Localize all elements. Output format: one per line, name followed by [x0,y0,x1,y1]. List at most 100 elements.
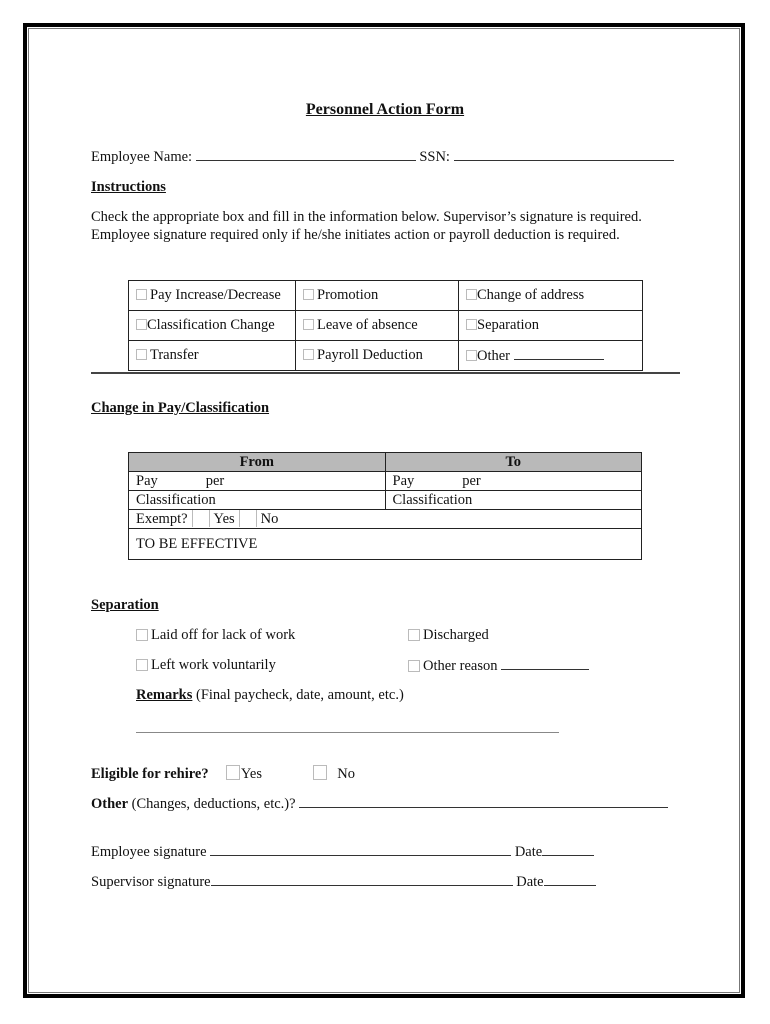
checkbox-icon[interactable] [466,289,477,300]
option-label: Laid off for lack of work [151,627,296,643]
pay-label: Pay [136,472,158,489]
action-label: Classification Change [147,317,275,333]
action-label: Pay Increase/Decrease [150,287,281,303]
table-row: Exempt? Yes No [128,509,642,529]
exempt-no-checkbox[interactable] [238,510,257,527]
checkbox-icon[interactable] [303,349,314,360]
remarks-field[interactable] [136,720,559,733]
action-separation[interactable]: Separation [458,310,643,341]
exempt-label: Exempt? [136,511,188,527]
checkbox-icon[interactable] [466,319,477,330]
to-header: To [384,452,642,472]
checkbox-icon[interactable] [408,629,420,641]
other-hint: (Changes, deductions, etc.)? [131,796,296,812]
separation-other-reason[interactable]: Other reason [408,657,590,675]
action-type-table: Pay Increase/Decrease Promotion Change o… [128,280,643,371]
no-label: No [260,511,279,527]
employee-name-field[interactable] [195,148,416,161]
table-row: Classification Change Leave of absence S… [128,310,643,341]
checkbox-icon[interactable] [136,659,148,671]
pay-change-heading: Change in Pay/Classification [91,400,270,416]
effective-date-field[interactable]: TO BE EFFECTIVE [128,528,642,560]
action-label: Leave of absence [317,317,418,333]
classification-label: Classification [136,491,216,508]
checkbox-icon[interactable] [408,660,420,672]
table-row: Pay per Pay per [128,471,642,491]
yes-label: Yes [213,511,235,527]
table-row: Pay Increase/Decrease Promotion Change o… [128,280,643,311]
rehire-yes-checkbox[interactable] [225,765,240,780]
effective-label: TO BE EFFECTIVE [136,535,258,552]
date-label: Date [514,844,543,860]
employee-signature-label: Employee signature [91,844,207,860]
employee-signature-row: Employee signature Date [91,843,595,861]
action-classification-change[interactable]: Classification Change [128,310,296,341]
remarks-hint: (Final paycheck, date, amount, etc.) [196,687,404,703]
supervisor-signature-label: Supervisor signature [91,874,211,890]
from-classification-field[interactable]: Classification [128,490,386,510]
employee-name-label: Employee Name: [91,149,193,165]
checkbox-icon[interactable] [136,629,148,641]
separation-heading: Separation [91,597,159,613]
separation-discharged[interactable]: Discharged [408,627,489,644]
form-title: Personnel Action Form [305,101,465,118]
rehire-no-label: No [337,766,355,782]
ssn-field[interactable] [453,148,674,161]
exempt-row: Exempt? Yes No [128,509,642,529]
action-leave-of-absence[interactable]: Leave of absence [295,310,459,341]
checkbox-icon[interactable] [466,349,477,361]
checkbox-icon[interactable] [136,289,147,300]
exempt-yes-checkbox[interactable] [191,510,210,527]
table-row: Classification Classification [128,490,642,510]
pay-change-table: From To Pay per Pay per Classification Cla… [128,452,642,560]
from-pay-field[interactable]: Pay per [128,471,386,491]
separation-left-voluntarily[interactable]: Left work voluntarily [136,657,276,674]
action-change-of-address[interactable]: Change of address [458,280,643,311]
ssn-label: SSN: [419,149,450,165]
remarks-row: Remarks (Final paycheck, date, amount, e… [136,687,404,704]
action-other[interactable]: Other [458,340,643,371]
other-field[interactable] [299,795,669,808]
instructions-line-2: Employee signature required only if he/s… [91,227,620,243]
employee-date-field[interactable] [542,843,595,856]
action-transfer[interactable]: Transfer [128,340,296,371]
checkbox-icon[interactable] [303,319,314,330]
rehire-no-checkbox[interactable] [313,765,328,780]
employee-info-row: Employee Name: SSN: [91,148,674,166]
supervisor-signature-field[interactable] [210,873,513,886]
remarks-label: Remarks [136,687,193,703]
pay-label: Pay [392,472,415,489]
checkbox-icon[interactable] [136,349,147,360]
action-promotion[interactable]: Promotion [295,280,459,311]
action-label: Change of address [477,287,585,303]
classification-label: Classification [392,491,473,508]
rehire-row: Eligible for rehire? Yes No [91,765,355,783]
action-label: Payroll Deduction [317,347,423,363]
action-payroll-deduction[interactable]: Payroll Deduction [295,340,459,371]
option-label: Discharged [423,627,489,643]
other-label: Other [91,796,129,812]
action-label: Other [477,347,511,364]
divider [91,372,680,374]
rehire-label: Eligible for rehire? [91,766,209,782]
employee-signature-field[interactable] [210,843,512,856]
supervisor-date-field[interactable] [543,873,596,886]
per-label: per [205,472,225,489]
to-classification-field[interactable]: Classification [384,490,642,510]
other-row: Other (Changes, deductions, etc.)? [91,795,669,813]
separation-laid-off[interactable]: Laid off for lack of work [136,627,295,644]
action-label: Transfer [150,347,199,363]
option-label: Other reason [423,658,498,674]
other-action-field[interactable] [513,347,604,360]
table-header-row: From To [128,452,642,472]
date-label: Date [516,874,544,890]
table-row: TO BE EFFECTIVE [128,528,642,560]
table-row: Transfer Payroll Deduction Other [128,340,643,371]
to-pay-field[interactable]: Pay per [384,471,642,491]
checkbox-icon[interactable] [303,289,314,300]
option-label: Left work voluntarily [151,657,276,673]
action-label: Promotion [317,287,379,303]
checkbox-icon[interactable] [136,319,147,330]
other-reason-field[interactable] [501,657,590,670]
action-pay-increase[interactable]: Pay Increase/Decrease [128,280,296,311]
